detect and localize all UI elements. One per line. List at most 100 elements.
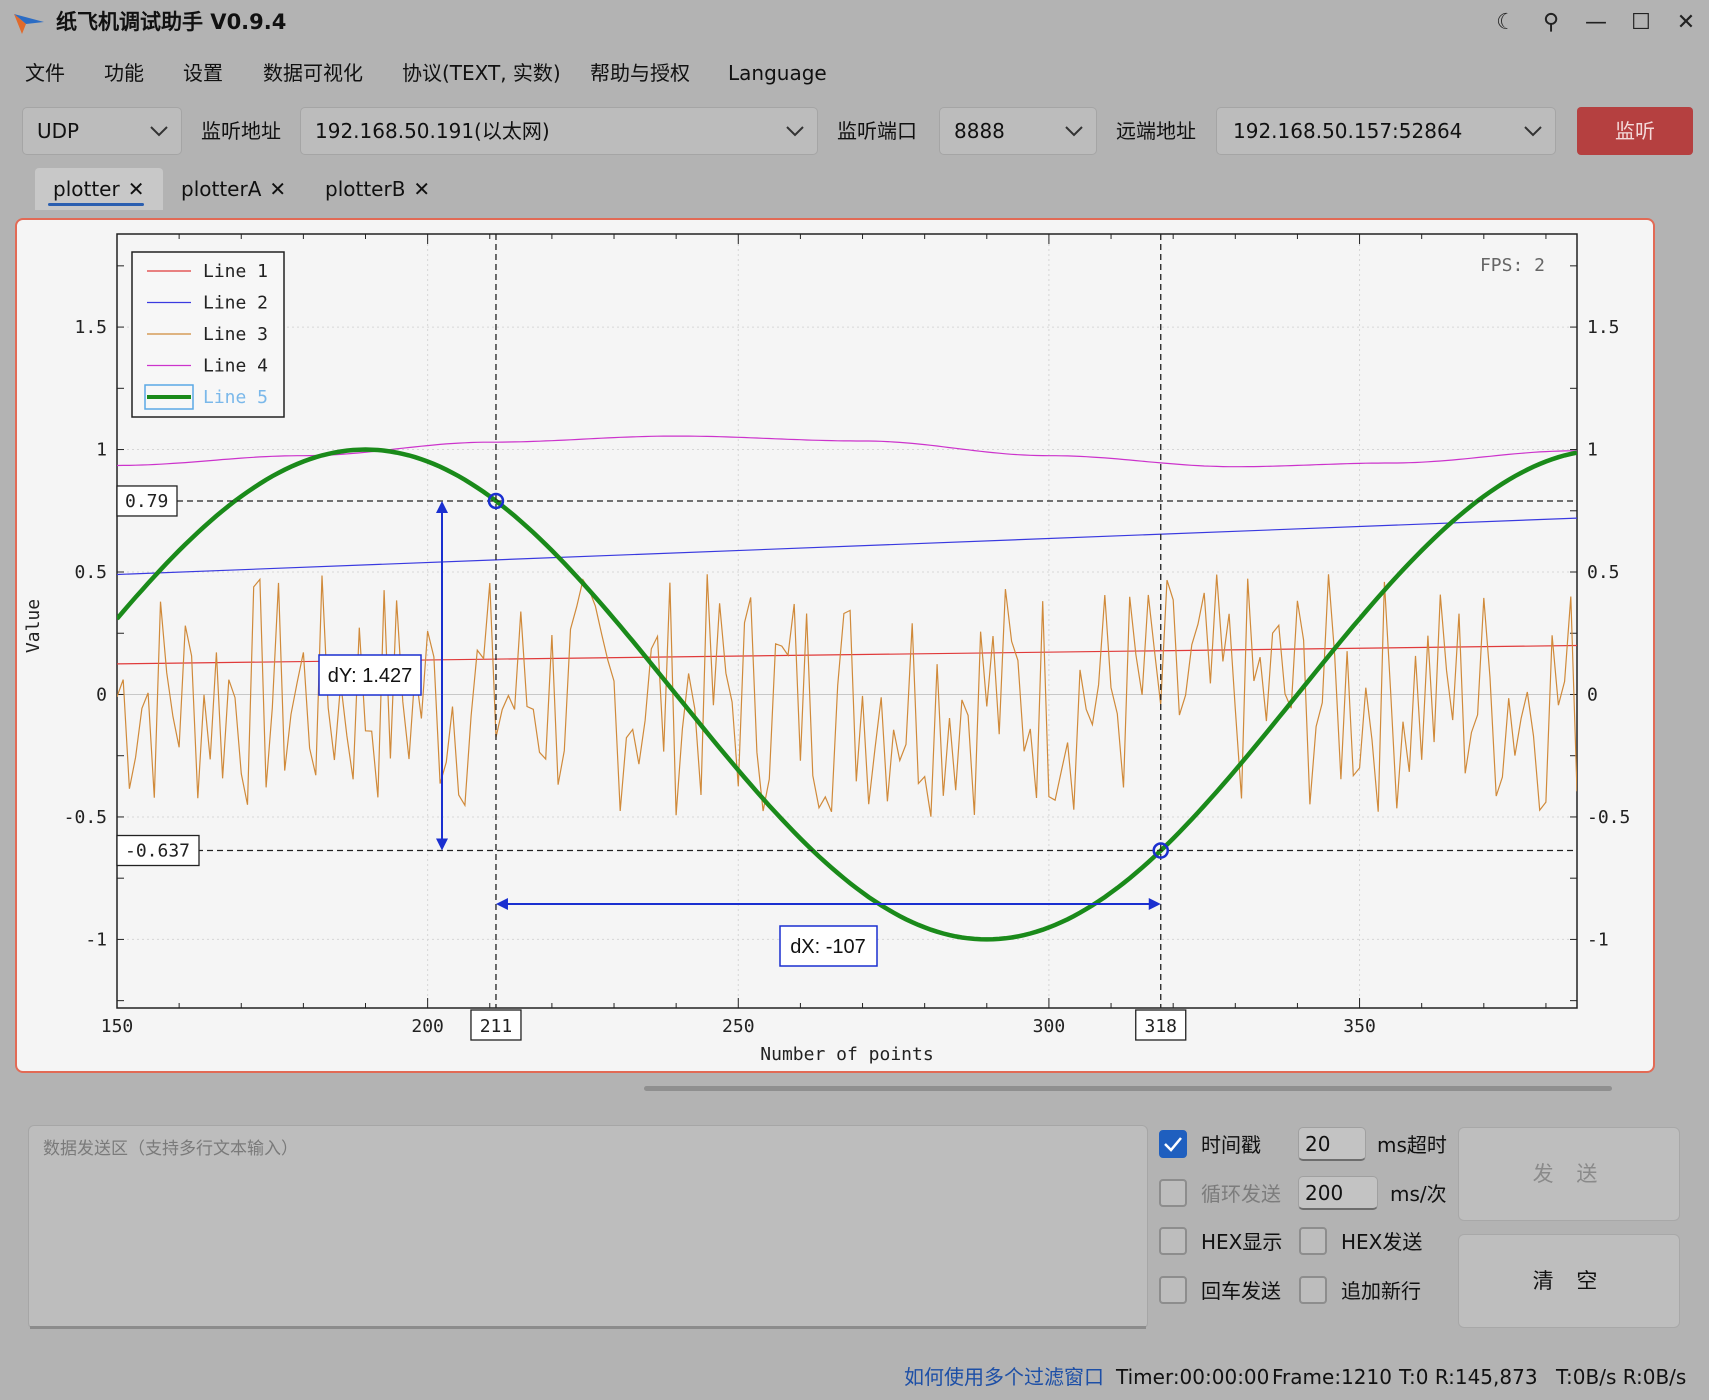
send-button[interactable]: 发 送 bbox=[1458, 1127, 1680, 1221]
tab-label: plotterA bbox=[181, 177, 262, 201]
y-tick-label-left: -0.5 bbox=[64, 807, 107, 828]
listen-address-select[interactable]: 192.168.50.191(以太网) bbox=[300, 107, 818, 155]
send-placeholder: 数据发送区（支持多行文本输入） bbox=[43, 1139, 298, 1159]
y-tick-label-left: 0 bbox=[96, 684, 107, 705]
check-icon bbox=[1164, 1137, 1182, 1152]
frame-status: Frame:1210 bbox=[1272, 1365, 1392, 1389]
x-tick-label: 250 bbox=[722, 1016, 755, 1037]
close-button[interactable]: ✕ bbox=[1664, 6, 1708, 40]
menu-file[interactable]: 文件 bbox=[25, 58, 65, 88]
protocol-select[interactable]: UDP bbox=[22, 107, 182, 155]
legend-entry: Line 2 bbox=[203, 293, 268, 314]
close-tab-icon[interactable]: ✕ bbox=[413, 168, 430, 210]
clear-button[interactable]: 清 空 bbox=[1458, 1234, 1680, 1328]
x-tick-label: 150 bbox=[101, 1016, 134, 1037]
x-tick-label: 300 bbox=[1033, 1016, 1066, 1037]
dy-label: dY: 1.427 bbox=[328, 665, 413, 687]
menu-help[interactable]: 帮助与授权 bbox=[590, 58, 690, 88]
pin-icon[interactable]: ⚲ bbox=[1529, 6, 1573, 40]
active-tab-indicator bbox=[48, 203, 144, 206]
rate-status: T:0B/s R:0B/s bbox=[1556, 1365, 1687, 1389]
dx-arrow-head-left bbox=[495, 898, 508, 910]
append-newline-label: 追加新行 bbox=[1341, 1279, 1421, 1303]
menu-protocol[interactable]: 协议(TEXT, 实数) bbox=[402, 58, 561, 88]
hex-display-label: HEX显示 bbox=[1201, 1230, 1283, 1254]
y-axis-label: Value bbox=[23, 599, 44, 653]
tx-rx-count-status: T:0 R:145,873 bbox=[1399, 1365, 1538, 1389]
dy-arrow-head-top bbox=[436, 500, 448, 513]
app-title: 纸飞机调试助手 V0.9.4 bbox=[56, 10, 287, 34]
hex-send-label: HEX发送 bbox=[1341, 1230, 1423, 1254]
timeout-unit: ms超时 bbox=[1377, 1133, 1447, 1157]
chevron-down-icon bbox=[1065, 126, 1083, 137]
listen-address-label: 监听地址 bbox=[201, 119, 281, 143]
x-tick-label: 200 bbox=[411, 1016, 444, 1037]
chevron-down-icon bbox=[150, 126, 168, 137]
interval-unit: ms/次 bbox=[1390, 1182, 1447, 1206]
listen-port-label: 监听端口 bbox=[837, 119, 917, 143]
cursor-x-label: 211 bbox=[480, 1016, 513, 1037]
cursor-x-label: 318 bbox=[1144, 1016, 1177, 1037]
remote-address-value: 192.168.50.157:52864 bbox=[1233, 119, 1463, 143]
y-tick-label-right: 0 bbox=[1587, 684, 1598, 705]
enter-send-checkbox[interactable] bbox=[1159, 1276, 1187, 1304]
dy-arrow-head-bottom bbox=[436, 838, 448, 851]
chevron-down-icon bbox=[786, 126, 804, 137]
y-tick-label-left: 0.5 bbox=[74, 562, 107, 583]
horizontal-scrollbar[interactable] bbox=[644, 1086, 1612, 1091]
remote-address-label: 远端地址 bbox=[1116, 119, 1196, 143]
y-tick-label-right: 0.5 bbox=[1587, 562, 1620, 583]
tab-plotterA[interactable]: plotterA ✕ bbox=[181, 168, 286, 210]
menu-visualization[interactable]: 数据可视化 bbox=[263, 58, 363, 88]
hex-send-checkbox[interactable] bbox=[1299, 1227, 1327, 1255]
timeout-input[interactable]: 20 bbox=[1298, 1127, 1366, 1161]
dx-arrow-head-right bbox=[1148, 898, 1161, 910]
listen-port-value: 8888 bbox=[954, 119, 1005, 143]
fps-label: FPS: 2 bbox=[1480, 255, 1545, 276]
timestamp-label: 时间戳 bbox=[1201, 1133, 1261, 1157]
dx-label: dX: -107 bbox=[790, 936, 866, 958]
theme-toggle-moon-icon[interactable]: ☾ bbox=[1484, 6, 1528, 40]
listen-port-select[interactable]: 8888 bbox=[939, 107, 1097, 155]
legend: Line 1 Line 2 Line 3 Line 4 Line 5 bbox=[131, 251, 285, 418]
menu-settings[interactable]: 设置 bbox=[183, 58, 223, 88]
tab-plotterB[interactable]: plotterB ✕ bbox=[325, 168, 430, 210]
minimize-button[interactable]: — bbox=[1574, 6, 1618, 40]
enter-send-label: 回车发送 bbox=[1201, 1279, 1281, 1303]
append-newline-checkbox[interactable] bbox=[1299, 1276, 1327, 1304]
listen-button[interactable]: 监听 bbox=[1577, 107, 1693, 155]
plot-chart[interactable]: 150 200 250 300 3501.5 1.51 10.5 0.50 0-0.5 -0.5-… bbox=[15, 218, 1655, 1073]
maximize-button[interactable]: ☐ bbox=[1619, 6, 1663, 40]
legend-entry: Line 1 bbox=[203, 261, 268, 282]
menu-language[interactable]: Language bbox=[728, 58, 827, 88]
close-tab-icon[interactable]: ✕ bbox=[269, 168, 286, 210]
cursor-y-label: 0.79 bbox=[125, 491, 168, 512]
listen-address-value: 192.168.50.191(以太网) bbox=[315, 119, 550, 143]
paper-plane-icon bbox=[14, 14, 44, 34]
tab-label: plotter bbox=[53, 177, 120, 201]
loop-send-label: 循环发送 bbox=[1201, 1182, 1281, 1206]
tab-label: plotterB bbox=[325, 177, 406, 201]
cursor-y-label: -0.637 bbox=[125, 841, 190, 862]
chevron-down-icon bbox=[1524, 126, 1542, 137]
x-tick-label: 350 bbox=[1343, 1016, 1376, 1037]
remote-address-select[interactable]: 192.168.50.157:52864 bbox=[1216, 107, 1556, 155]
y-tick-label-left: -1 bbox=[85, 929, 107, 950]
loop-send-checkbox[interactable] bbox=[1159, 1179, 1187, 1207]
menu-function[interactable]: 功能 bbox=[104, 58, 144, 88]
timestamp-checkbox[interactable] bbox=[1159, 1130, 1187, 1158]
interval-input[interactable]: 200 bbox=[1298, 1176, 1378, 1210]
legend-entry: Line 3 bbox=[203, 324, 268, 345]
send-area-scrollbar[interactable] bbox=[30, 1326, 1146, 1329]
hex-display-checkbox[interactable] bbox=[1159, 1227, 1187, 1255]
y-tick-label-left: 1 bbox=[96, 440, 107, 461]
y-tick-label-right: -0.5 bbox=[1587, 807, 1630, 828]
x-axis-label: Number of points bbox=[760, 1044, 933, 1065]
timer-status: Timer:00:00:00 bbox=[1116, 1365, 1270, 1389]
series-line-line-2 bbox=[117, 517, 1577, 576]
protocol-value: UDP bbox=[37, 119, 80, 143]
filter-help-link[interactable]: 如何使用多个过滤窗口 bbox=[904, 1362, 1104, 1392]
y-tick-label-right: -1 bbox=[1587, 929, 1609, 950]
y-tick-label-left: 1.5 bbox=[74, 317, 107, 338]
y-tick-label-right: 1.5 bbox=[1587, 317, 1620, 338]
